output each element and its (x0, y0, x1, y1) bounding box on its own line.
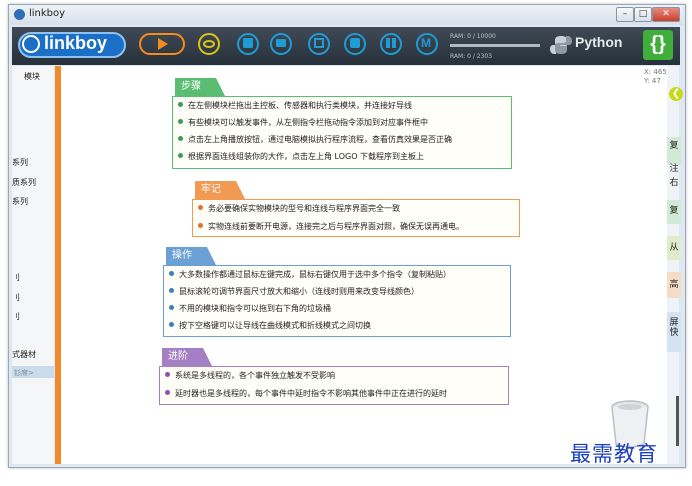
bullet-icon (165, 372, 170, 377)
sidebar-title: 模块 (24, 72, 40, 81)
python-icon (550, 36, 572, 54)
m-icon: M (421, 36, 431, 50)
advanced-line: 延时器也是多线程的，每个事件中延时指令不影响其他事件中正在进行的延时 (165, 388, 447, 400)
bullet-icon (178, 153, 183, 158)
python-label[interactable]: Python (575, 34, 622, 50)
maximize-button[interactable]: □ (634, 7, 652, 22)
bullet-icon (169, 322, 174, 327)
bullet-icon (198, 223, 203, 228)
sidebar-item[interactable]: 式器材 (12, 349, 36, 360)
app-icon (14, 9, 25, 20)
right-tab[interactable]: 从 (667, 236, 681, 260)
watermark: 最需教育 (570, 442, 658, 466)
bullet-icon (165, 390, 170, 395)
operation-line: 鼠标滚轮可调节界面尺寸放大和缩小（连线时则用来改变导线颜色） (169, 286, 419, 298)
right-tab[interactable]: 注 (667, 163, 681, 175)
steps-line: 有些模块可以触发事件，从左侧指令栏拖动指令添加到对应事件框中 (178, 117, 428, 129)
image-icon (350, 38, 360, 48)
sidebar-more[interactable]: 钐席> (14, 368, 34, 378)
bullet-icon (169, 271, 174, 276)
steps-line: 点击左上角播放按钮，通过电脑模拟执行程序流程，查看仿真效果是否正确 (178, 134, 452, 146)
collapse-arrow-icon[interactable]: ❮ (669, 87, 683, 101)
bullet-icon (198, 205, 203, 210)
sidebar-item[interactable]: 刂 (12, 311, 20, 322)
ram-slider[interactable] (450, 44, 540, 47)
operation-line: 不用的模块和指令可以拖到右下角的垃圾桶 (169, 303, 331, 315)
right-tab[interactable]: 右 (667, 177, 681, 189)
sidebar-item[interactable]: 刂 (12, 292, 20, 303)
right-tab[interactable]: 快 (667, 327, 681, 339)
remember-line: 务必要确保实物模块的型号和连线与程序界面完全一致 (198, 203, 400, 215)
logo-icon (22, 35, 40, 53)
right-tab[interactable]: 复 (667, 200, 681, 224)
bullet-icon (178, 102, 183, 107)
save-icon (243, 38, 253, 48)
eye-icon (203, 40, 215, 48)
sidebar-item[interactable]: 质系列 (12, 177, 36, 188)
bullet-icon (178, 136, 183, 141)
minimize-button[interactable]: – (616, 7, 634, 22)
ram-bottom-readout: RAM: 0 / 2303 (450, 53, 493, 60)
close-button[interactable]: ✕ (652, 7, 680, 22)
right-tab[interactable]: 高 (667, 272, 681, 298)
grid-icon (386, 38, 396, 48)
coord-x: X: 465 (644, 68, 667, 76)
advanced-line: 系统是多线程的，各个事件独立触发不受影响 (165, 370, 335, 382)
sidebar-item[interactable]: 系列 (12, 157, 28, 168)
remember-line: 实物连线前要断开电源，连接完之后与程序界面对照，确保无误再通电。 (198, 221, 464, 233)
window-title: linkboy (29, 8, 66, 19)
ram-top-readout: RAM: 0 / 10000 (450, 33, 496, 40)
operation-line: 按下空格键可以让导线在曲线模式和折线模式之间切换 (169, 320, 371, 332)
coord-y: Y: 47 (644, 77, 661, 85)
bullet-icon (178, 119, 183, 124)
steps-line: 在左侧模块栏拖出主控板、传感器和执行类模块，并连接好导线 (178, 100, 412, 112)
play-icon (158, 38, 168, 50)
edit-icon (314, 38, 324, 48)
module-sidebar (12, 66, 54, 464)
bullet-icon (169, 305, 174, 310)
operation-line: 大多数操作都通过鼠标左键完成，鼠标右键仅用于选中多个指令（复制粘贴） (169, 269, 451, 281)
right-scrollbar[interactable] (676, 396, 679, 446)
sidebar-item[interactable]: 系列 (12, 196, 28, 207)
title-bar[interactable] (9, 5, 683, 25)
code-view-button[interactable]: {} (643, 30, 673, 60)
sidebar-item[interactable]: 刂 (12, 272, 20, 283)
folder-icon (276, 39, 286, 47)
bullet-icon (169, 288, 174, 293)
steps-line: 根据界面连线组装你的大作，点击左上角 LOGO 下载程序到主板上 (178, 151, 424, 163)
right-tab[interactable]: 复 (667, 137, 681, 165)
logo-text: linkboy (44, 33, 108, 53)
